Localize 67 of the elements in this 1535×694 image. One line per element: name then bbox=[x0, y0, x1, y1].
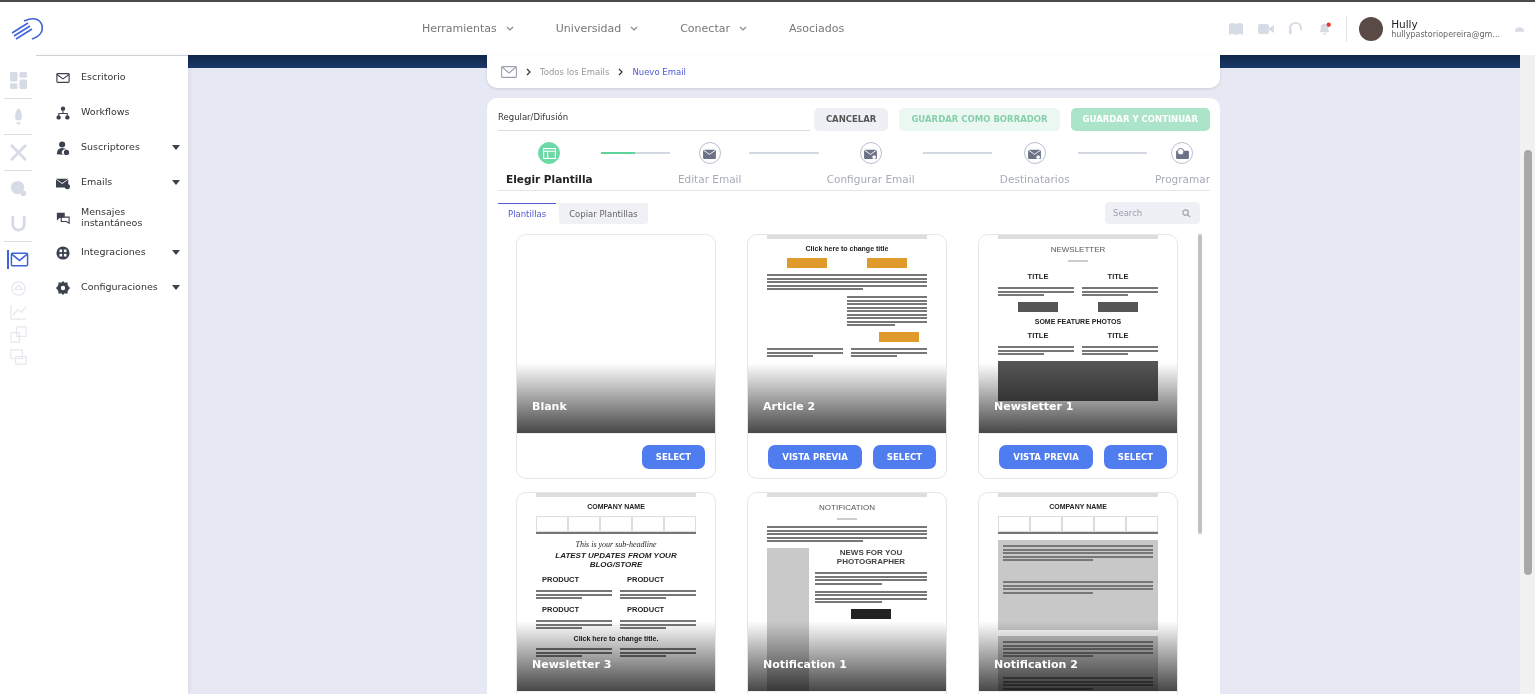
chart-icon[interactable] bbox=[8, 302, 28, 321]
template-button[interactable]: SELECT bbox=[641, 444, 705, 469]
settings-icon bbox=[56, 280, 70, 295]
bell-icon[interactable] bbox=[1317, 21, 1333, 36]
template-button[interactable]: VISTA PREVIA bbox=[999, 444, 1093, 469]
campaign-type-field[interactable]: Regular/Difusión bbox=[498, 107, 810, 131]
layout-icon bbox=[542, 147, 556, 159]
nav-menu-link[interactable]: Herramientas bbox=[421, 22, 514, 35]
envelope-icon bbox=[1028, 147, 1042, 159]
wing-logo-icon[interactable] bbox=[10, 16, 46, 41]
breadcrumb-link[interactable]: Todos los Emails bbox=[540, 66, 610, 77]
template-name: Blank bbox=[532, 400, 567, 413]
chevron-down-icon bbox=[738, 26, 747, 31]
step-label: Editar Email bbox=[677, 173, 742, 185]
sidebar-menu-item[interactable]: Suscriptores bbox=[81, 142, 161, 153]
user-email: hullypastoriopereira@gm... bbox=[1391, 30, 1500, 39]
mail-icon bbox=[56, 70, 70, 85]
sidebar-menu-item[interactable]: Configuraciones bbox=[81, 282, 161, 293]
scrollbar[interactable] bbox=[1520, 55, 1535, 694]
subscribers-icon bbox=[56, 140, 70, 155]
template-name: Notification 1 bbox=[763, 658, 847, 671]
step-label: Programar bbox=[1154, 173, 1210, 185]
integrations-icon bbox=[56, 245, 70, 260]
sidebar-menu-item[interactable]: Emails bbox=[81, 177, 161, 188]
sidebar-menu-item[interactable]: Workflows bbox=[81, 107, 180, 118]
template-name: Newsletter 1 bbox=[994, 400, 1074, 413]
sidebar-menu-item[interactable]: Mensajes instantáneos bbox=[81, 206, 180, 229]
step-label: Destinatarios bbox=[999, 173, 1070, 185]
template-button[interactable]: SELECT bbox=[872, 444, 936, 469]
headset-icon[interactable] bbox=[1288, 21, 1304, 36]
search-field[interactable]: Search bbox=[1105, 202, 1200, 224]
sidebar-menu-item[interactable]: Integraciones bbox=[81, 247, 161, 258]
template-name: Newsletter 3 bbox=[532, 658, 612, 671]
action-button[interactable]: CANCELAR bbox=[813, 107, 889, 131]
template-button[interactable]: VISTA PREVIA bbox=[768, 444, 862, 469]
chevron-down-icon bbox=[505, 26, 514, 31]
step-indicator[interactable] bbox=[1023, 142, 1046, 164]
template-button[interactable]: SELECT bbox=[1103, 444, 1167, 469]
template-name: Article 2 bbox=[763, 400, 816, 413]
workflow-icon bbox=[56, 105, 70, 120]
calendar-clock-icon bbox=[1176, 147, 1189, 159]
nav-menu-link[interactable]: Conectar bbox=[680, 22, 747, 35]
nav-menu-link[interactable]: Universidad bbox=[555, 22, 639, 35]
step-label: Configurar Email bbox=[826, 173, 915, 185]
envelope-icon bbox=[703, 147, 717, 159]
step-label: Elegir Plantilla bbox=[506, 173, 593, 185]
magnet-icon[interactable] bbox=[8, 214, 28, 233]
template-name: Notification 2 bbox=[994, 658, 1078, 671]
dashboard-icon[interactable] bbox=[8, 71, 28, 90]
step-indicator[interactable] bbox=[698, 142, 721, 164]
avatar-silhouette[interactable] bbox=[1359, 16, 1384, 41]
video-camera-icon[interactable] bbox=[1258, 22, 1275, 35]
pages-icon[interactable] bbox=[8, 325, 28, 344]
chevron-right-icon bbox=[526, 67, 531, 76]
book-icon[interactable] bbox=[1228, 21, 1245, 36]
mail-icon[interactable] bbox=[7, 250, 29, 269]
mail-icon bbox=[501, 65, 517, 78]
user-name: Hully bbox=[1391, 18, 1418, 30]
step-indicator[interactable] bbox=[859, 142, 882, 164]
nav-menu-link[interactable]: Asociados bbox=[788, 22, 845, 35]
envelope-icon bbox=[864, 147, 878, 159]
sidebar-menu-item[interactable]: Escritorio bbox=[81, 72, 180, 83]
breadcrumb-link[interactable]: Nuevo Email bbox=[632, 66, 686, 77]
step-indicator[interactable] bbox=[1171, 142, 1194, 164]
chevron-right-icon bbox=[618, 67, 624, 76]
chevron-down-icon bbox=[630, 26, 639, 31]
template-tab[interactable]: Copiar Plantillas bbox=[559, 202, 648, 224]
